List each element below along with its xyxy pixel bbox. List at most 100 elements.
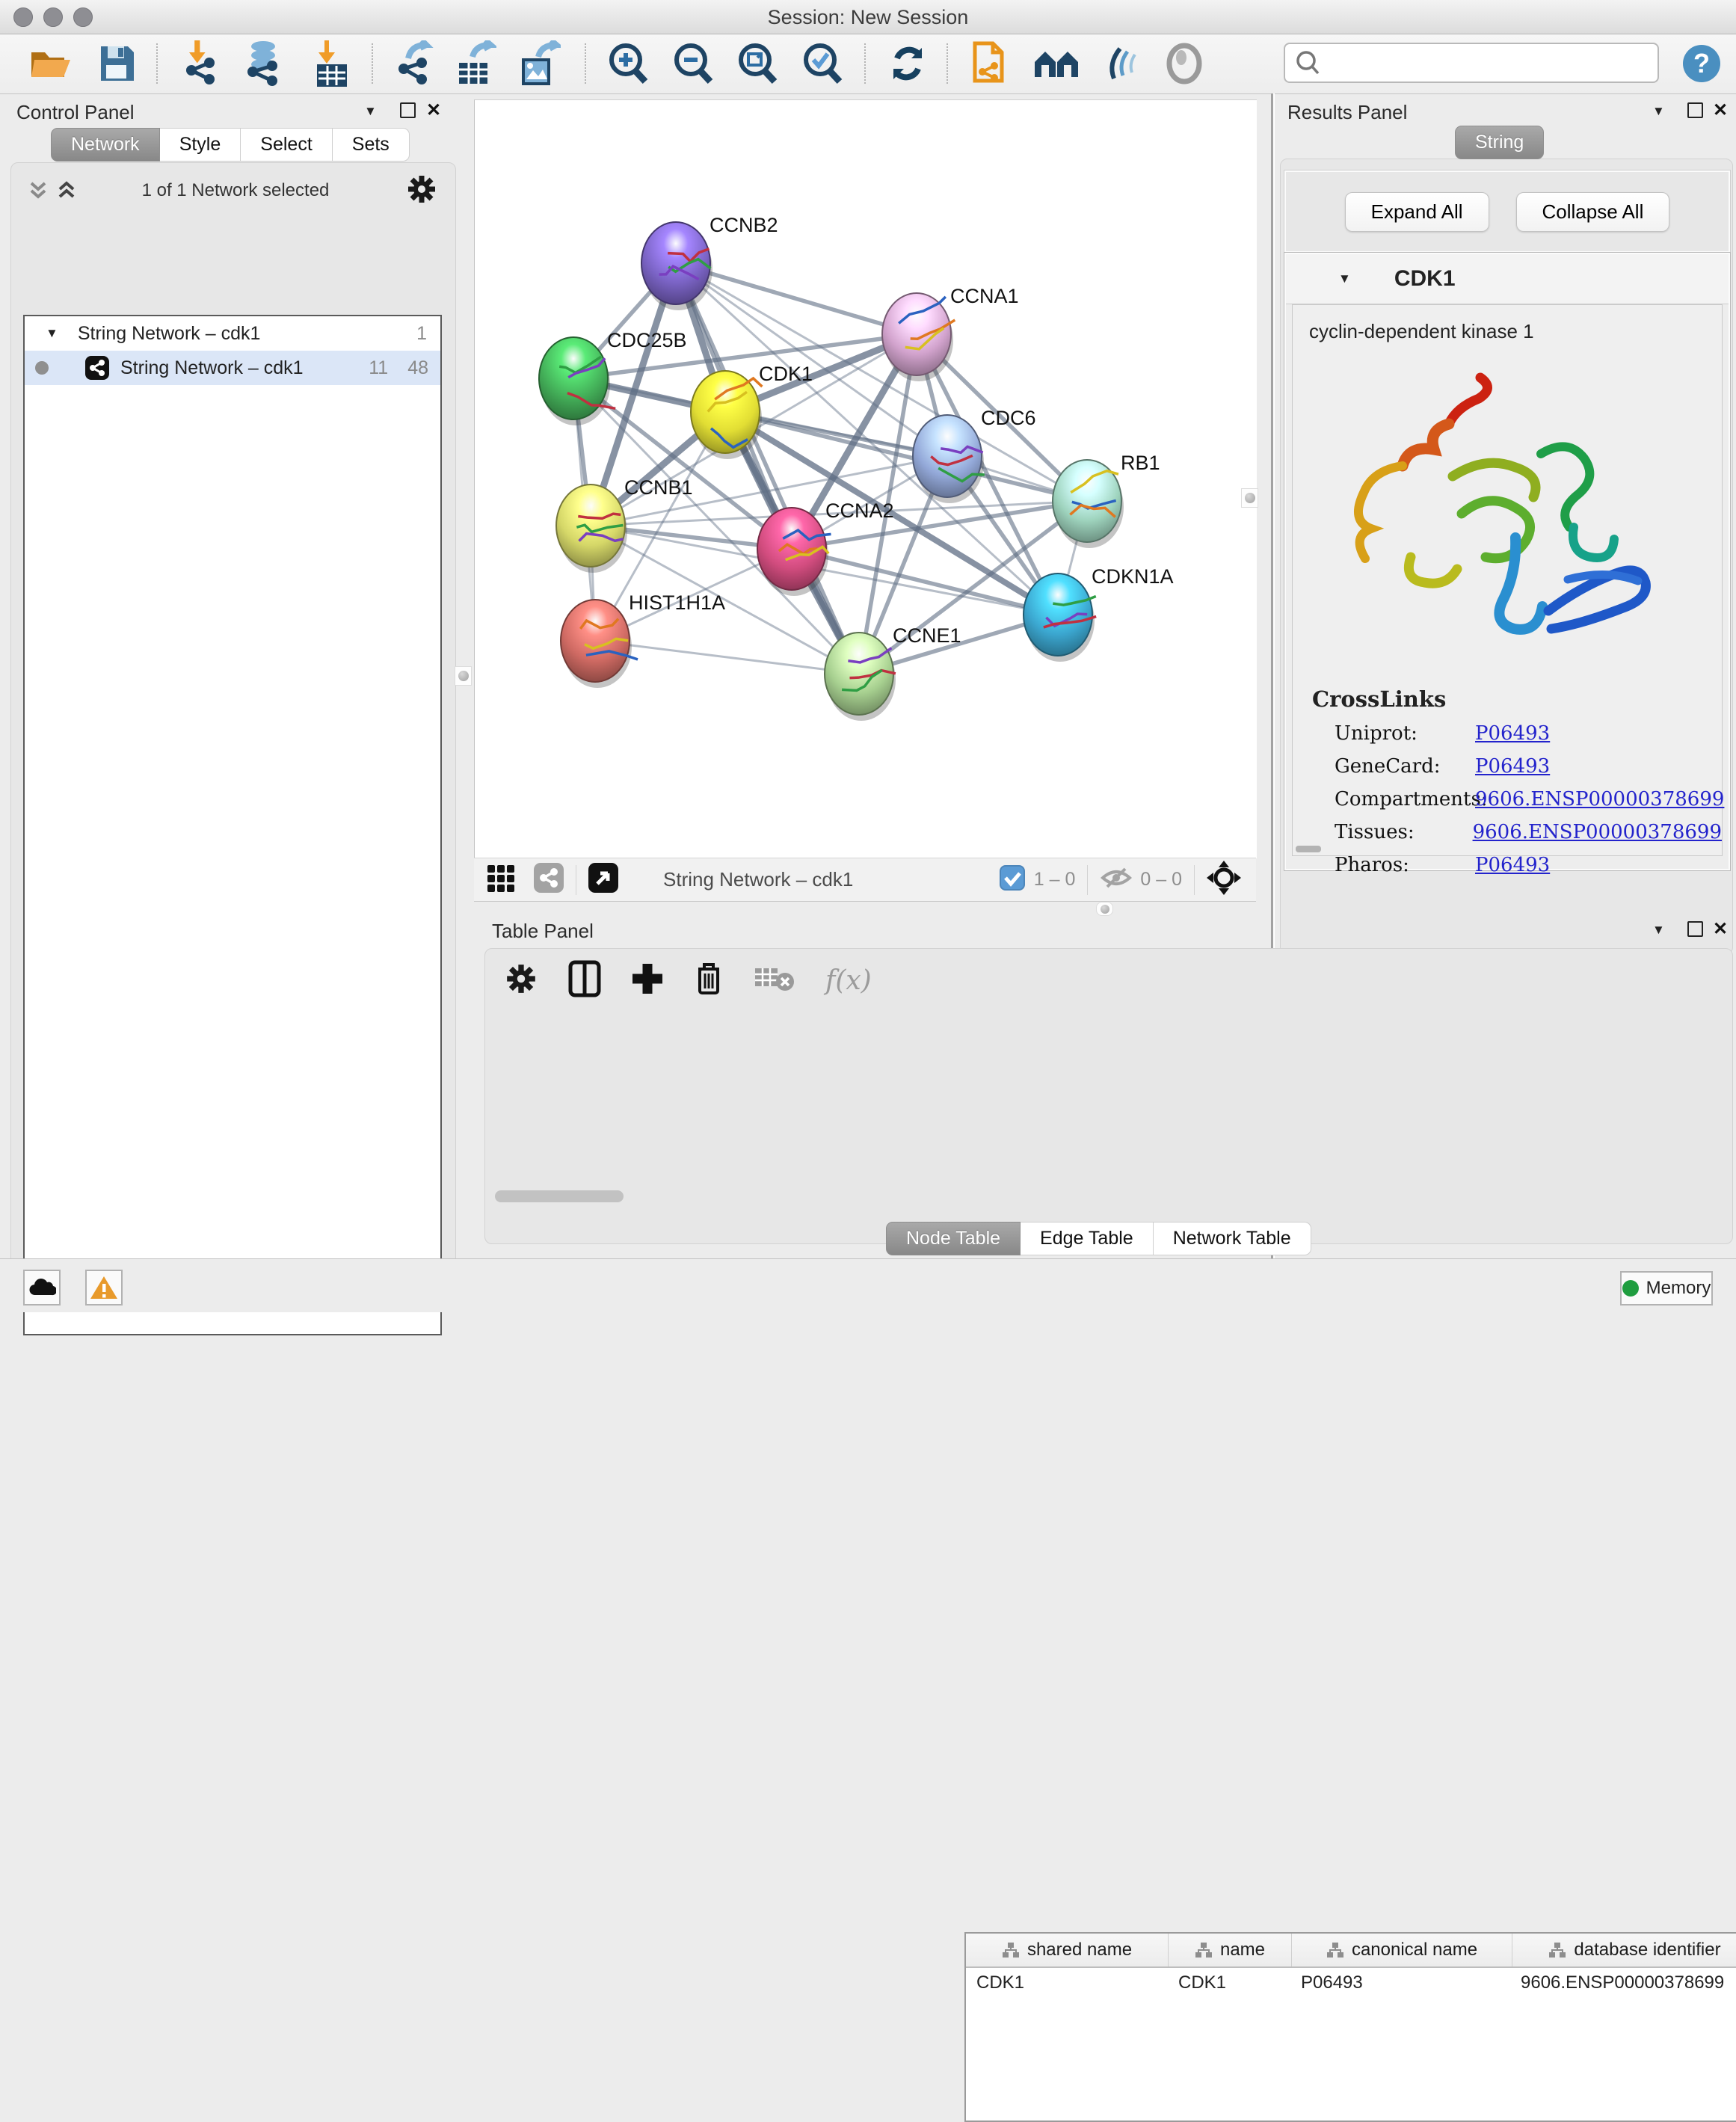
selected-counts: 1 – 0 (1034, 869, 1076, 891)
panel-collapse-icon[interactable]: ▼ (364, 104, 377, 119)
select-columns-icon[interactable] (568, 960, 601, 1001)
houses-icon[interactable] (1033, 40, 1080, 87)
column-header[interactable]: database identifier (1512, 1934, 1736, 1966)
open-folder-icon[interactable] (28, 40, 72, 87)
toolbar-separator (585, 43, 586, 84)
gene-details: cyclin-dependent kinase 1 CrossLinks Uni… (1292, 304, 1723, 856)
table-cell[interactable]: CDK1 (1168, 1968, 1290, 2001)
network-node-cdk1[interactable]: CDK1 (691, 363, 813, 459)
network-canvas[interactable]: CCNB2CCNA1CDC25BCDK1CDC6RB1CCNB1CCNA2CDK… (474, 99, 1257, 858)
search-input[interactable] (1326, 47, 1657, 79)
save-icon[interactable] (99, 40, 136, 87)
tab-sets[interactable]: Sets (333, 128, 410, 162)
node-table[interactable]: shared name namecanonical namedatabase id… (964, 1932, 1736, 2122)
network-row-selected[interactable]: String Network – cdk1 11 48 (25, 351, 440, 385)
panel-close-icon[interactable]: ✕ (1713, 918, 1728, 940)
export-table-icon[interactable] (455, 40, 496, 87)
eye-ball-icon[interactable] (1163, 40, 1205, 87)
tree-expand-icon[interactable]: ▼ (46, 326, 58, 341)
panel-float-icon[interactable] (1687, 102, 1703, 118)
tab-network-table[interactable]: Network Table (1154, 1222, 1311, 1255)
delete-table-icon[interactable] (754, 964, 795, 997)
gear-icon[interactable] (405, 173, 438, 209)
table-gear-icon[interactable] (504, 962, 538, 1000)
help-icon[interactable]: ? (1681, 40, 1722, 87)
hidden-eye-icon[interactable] (1100, 864, 1133, 895)
zoom-selected-icon[interactable] (801, 40, 843, 87)
crosslink-link[interactable]: 9606.ENSP00000378699 (1473, 821, 1722, 843)
eye-wave-icon[interactable] (1102, 40, 1144, 87)
results-hscroll-thumb[interactable] (1296, 846, 1321, 852)
selected-checkbox[interactable] (1000, 865, 1025, 894)
string-document-icon[interactable] (967, 40, 1009, 87)
collapse-all-button[interactable]: Collapse All (1516, 192, 1670, 232)
network-node-rb1[interactable]: RB1 (1053, 452, 1160, 548)
column-header[interactable]: shared name (966, 1934, 1169, 1966)
export-network-icon[interactable] (392, 40, 435, 87)
table-cell[interactable]: CDK1 (966, 1968, 1168, 2001)
panel-float-icon[interactable] (400, 102, 416, 118)
crosslink-link[interactable]: 9606.ENSP00000378699 (1475, 788, 1724, 811)
network-node-ccnb1[interactable]: CCNB1 (556, 476, 693, 573)
tab-style[interactable]: Style (160, 128, 241, 162)
column-header[interactable]: name (1169, 1934, 1292, 1966)
tab-select[interactable]: Select (241, 128, 332, 162)
import-database-icon[interactable] (241, 40, 286, 87)
crosslink-row: Uniprot:P06493 (1335, 722, 1722, 745)
column-header[interactable]: canonical name (1292, 1934, 1512, 1966)
table-cell[interactable]: 9606.ENSP00000378699 (1510, 1968, 1736, 2001)
panel-collapse-icon[interactable]: ▼ (1652, 104, 1665, 119)
network-node-ccne1[interactable]: CCNE1 (825, 624, 961, 721)
network-node-cdkn1a[interactable]: CDKN1A (1024, 565, 1174, 662)
panel-close-icon[interactable]: ✕ (426, 99, 441, 121)
cloud-button[interactable] (23, 1270, 61, 1306)
table-row[interactable]: CDK1CDK1P064939606.ENSP00000378699cyclin… (966, 1968, 1736, 2001)
import-table-icon[interactable] (313, 40, 351, 87)
crosslink-label: Pharos: (1335, 854, 1475, 876)
table-cell[interactable]: P06493 (1290, 1968, 1510, 2001)
panel-close-icon[interactable]: ✕ (1713, 99, 1728, 121)
memory-button[interactable]: Memory (1620, 1271, 1713, 1306)
network-collection-row[interactable]: ▼ String Network – cdk1 1 (25, 316, 440, 351)
function-builder-icon[interactable]: f(x) (825, 965, 872, 996)
table-hscrollbar[interactable] (495, 1190, 1718, 1204)
memory-label: Memory (1646, 1278, 1711, 1299)
gene-header[interactable]: ▼ CDK1 (1286, 254, 1729, 304)
network-node-hist1h1a[interactable]: HIST1H1A (561, 591, 725, 688)
tab-node-table[interactable]: Node Table (886, 1222, 1021, 1255)
network-grid-share-icon[interactable] (534, 863, 564, 897)
panel-float-icon[interactable] (1687, 921, 1703, 937)
expand-all-button[interactable]: Expand All (1345, 192, 1489, 232)
panel-collapse-icon[interactable]: ▼ (1652, 923, 1665, 938)
right-divider-grip[interactable] (1241, 488, 1258, 508)
crosslink-link[interactable]: P06493 (1475, 854, 1550, 876)
zoom-out-icon[interactable] (672, 40, 714, 87)
svg-text:?: ? (1693, 48, 1710, 79)
network-node-cdc6[interactable]: CDC6 (913, 407, 1036, 503)
gene-collapse-icon[interactable]: ▼ (1338, 271, 1351, 286)
tab-network[interactable]: Network (51, 128, 160, 162)
table-panel-title: Table Panel (492, 920, 594, 943)
import-network-icon[interactable] (179, 40, 223, 87)
birdseye-icon[interactable] (1207, 861, 1241, 899)
refresh-icon[interactable] (887, 40, 929, 87)
zoom-fit-icon[interactable] (736, 40, 778, 87)
tab-edge-table[interactable]: Edge Table (1021, 1222, 1154, 1255)
tab-string[interactable]: String (1455, 126, 1544, 159)
crosslink-link[interactable]: P06493 (1475, 755, 1550, 778)
crosslink-link[interactable]: P06493 (1475, 722, 1550, 745)
export-image-icon[interactable] (519, 40, 561, 87)
grid-view-icon[interactable] (486, 862, 517, 897)
left-divider-grip[interactable] (455, 666, 472, 686)
delete-column-icon[interactable] (694, 960, 724, 1001)
zoom-in-icon[interactable] (607, 40, 649, 87)
add-column-icon[interactable] (631, 962, 664, 999)
open-external-icon[interactable] (588, 863, 618, 897)
network-graph[interactable]: CCNB2CCNA1CDC25BCDK1CDC6RB1CCNB1CCNA2CDK… (475, 100, 1257, 858)
collapse-all-chevron-icon[interactable] (54, 177, 79, 206)
expand-all-chevron-icon[interactable] (25, 177, 51, 206)
warning-button[interactable] (85, 1270, 123, 1306)
collection-count: 1 (416, 323, 427, 345)
column-header-label: shared name (1027, 1940, 1132, 1960)
network-view-title: String Network – cdk1 (663, 868, 853, 891)
